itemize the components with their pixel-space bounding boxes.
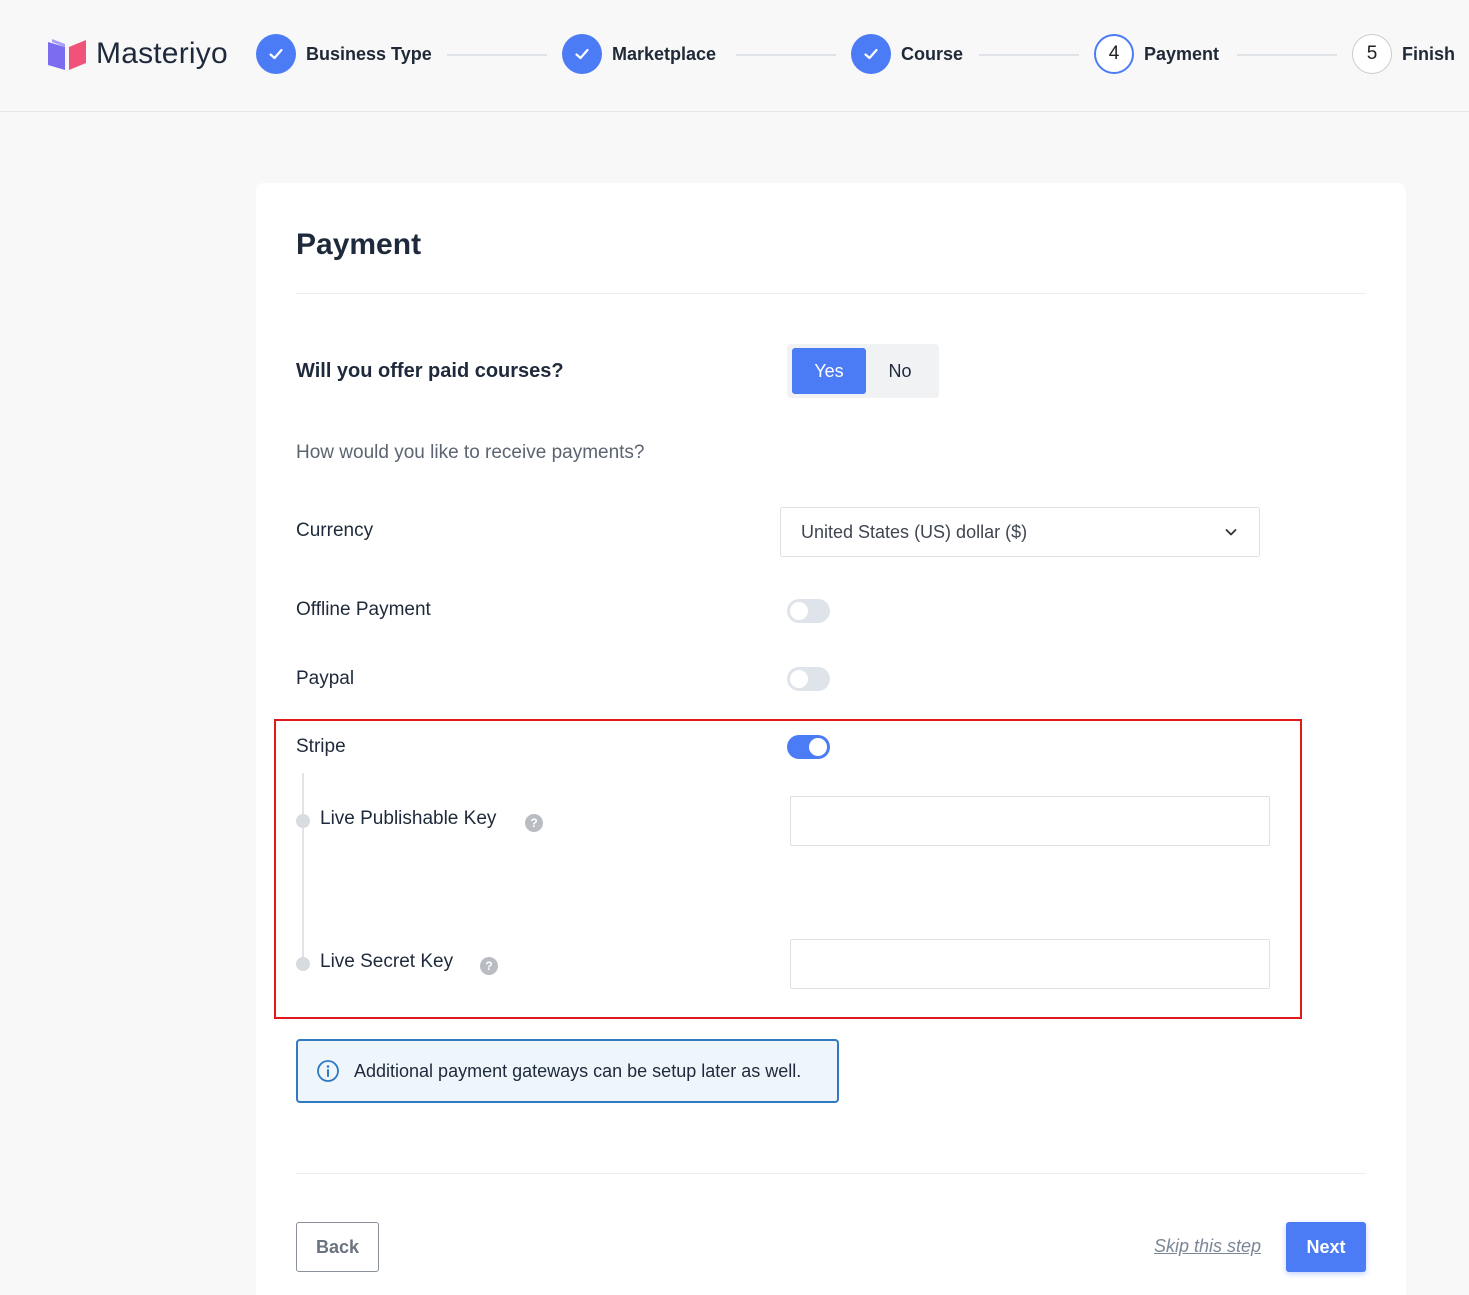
toggle-knob bbox=[790, 670, 808, 688]
step-check-icon bbox=[562, 34, 602, 74]
step-label: Course bbox=[901, 43, 964, 64]
toggle-knob bbox=[809, 738, 827, 756]
offline-payment-label: Offline Payment bbox=[296, 599, 431, 620]
logo-text: Masteriyo bbox=[96, 37, 228, 70]
stripe-settings-line bbox=[302, 773, 304, 965]
step-label: Business Type bbox=[306, 43, 432, 64]
divider bbox=[296, 293, 1366, 294]
chevron-down-icon bbox=[1225, 529, 1237, 536]
currency-select[interactable]: United States (US) dollar ($) bbox=[780, 507, 1260, 557]
step-connector bbox=[979, 54, 1079, 56]
currency-label: Currency bbox=[296, 520, 374, 541]
step-payment[interactable]: 4 Payment bbox=[1094, 34, 1219, 74]
secret-key-input[interactable] bbox=[790, 939, 1270, 989]
stripe-toggle[interactable] bbox=[787, 735, 830, 759]
step-connector bbox=[447, 54, 547, 56]
paid-courses-question: Will you offer paid courses? bbox=[296, 360, 564, 382]
secret-key-label: Live Secret Key bbox=[320, 951, 454, 972]
bullet-dot bbox=[296, 814, 310, 828]
page-title: Payment bbox=[296, 228, 422, 261]
publishable-key-input[interactable] bbox=[790, 796, 1270, 846]
offline-payment-toggle[interactable] bbox=[787, 599, 830, 623]
paypal-label: Paypal bbox=[296, 668, 355, 689]
step-connector bbox=[736, 54, 836, 56]
divider bbox=[296, 1173, 1366, 1174]
step-business-type[interactable]: Business Type bbox=[256, 34, 432, 74]
paypal-toggle[interactable] bbox=[787, 667, 830, 691]
step-course[interactable]: Course bbox=[851, 34, 963, 74]
step-label: Payment bbox=[1144, 43, 1220, 64]
info-icon bbox=[317, 1060, 339, 1082]
step-number: 4 bbox=[1094, 34, 1134, 74]
bullet-dot bbox=[296, 957, 310, 971]
step-check-icon bbox=[851, 34, 891, 74]
receive-payments-question: How would you like to receive payments? bbox=[296, 442, 645, 463]
no-button[interactable]: No bbox=[866, 348, 934, 394]
step-label: Finish bbox=[1402, 43, 1455, 64]
help-icon[interactable]: ? bbox=[525, 814, 543, 832]
stripe-label: Stripe bbox=[296, 736, 346, 757]
step-marketplace[interactable]: Marketplace bbox=[562, 34, 716, 74]
logo-book-icon bbox=[48, 39, 86, 70]
currency-value: United States (US) dollar ($) bbox=[801, 521, 1028, 542]
step-label: Marketplace bbox=[612, 43, 717, 64]
next-button[interactable]: Next bbox=[1286, 1222, 1366, 1272]
paid-courses-toggle-group: Yes No bbox=[787, 344, 939, 398]
step-finish[interactable]: 5 Finish bbox=[1352, 34, 1455, 74]
setup-header: Masteriyo Business Type Marketplace Cour… bbox=[0, 0, 1469, 112]
step-number: 5 bbox=[1352, 34, 1392, 74]
toggle-knob bbox=[790, 602, 808, 620]
back-button[interactable]: Back bbox=[296, 1222, 379, 1272]
payment-card: Payment Will you offer paid courses? Yes… bbox=[256, 183, 1406, 1295]
yes-button[interactable]: Yes bbox=[792, 348, 866, 394]
publishable-key-label: Live Publishable Key bbox=[320, 808, 497, 829]
info-notice: Additional payment gateways can be setup… bbox=[296, 1039, 839, 1103]
step-connector bbox=[1237, 54, 1337, 56]
step-check-icon bbox=[256, 34, 296, 74]
help-icon[interactable]: ? bbox=[480, 957, 498, 975]
masteriyo-logo: Masteriyo bbox=[46, 36, 228, 72]
info-text: Additional payment gateways can be setup… bbox=[354, 1060, 802, 1081]
skip-step-link[interactable]: Skip this step bbox=[1154, 1236, 1261, 1257]
